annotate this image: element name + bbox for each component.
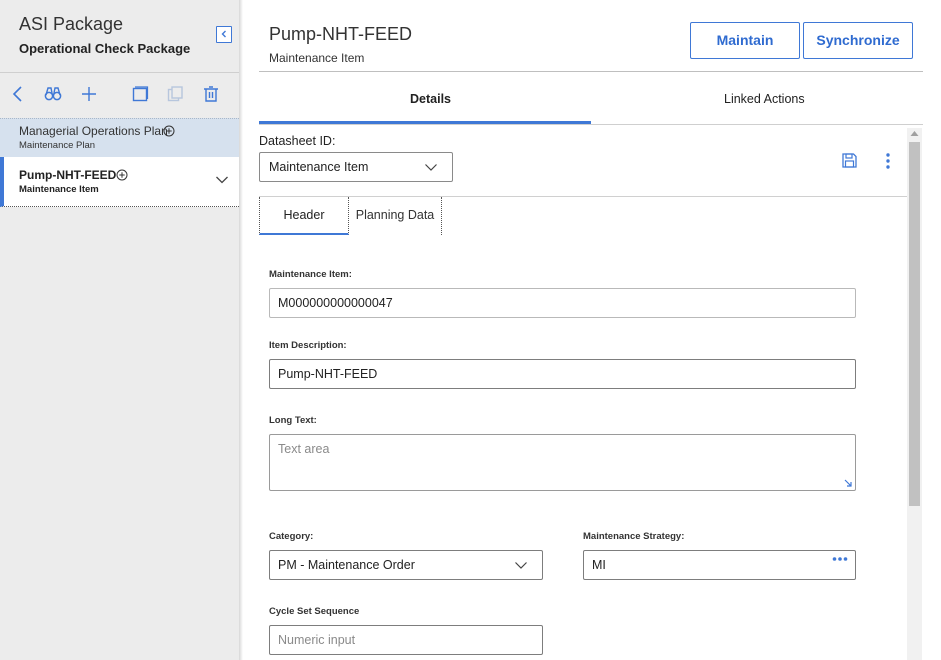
tree-item-name: Managerial Operations Plan: [19, 124, 168, 138]
maintenance-item-label: Maintenance Item:: [269, 269, 352, 280]
record-title: Pump-NHT-FEED: [269, 24, 413, 44]
tab-bar-line: [259, 124, 923, 125]
tab-linked-actions[interactable]: Linked Actions: [724, 92, 805, 106]
package-subtitle: Operational Check Package: [19, 41, 191, 56]
resize-handle-icon[interactable]: [843, 478, 853, 488]
plus-icon[interactable]: [79, 84, 99, 104]
long-text-label: Long Text:: [269, 415, 317, 426]
trash-icon[interactable]: [201, 84, 221, 104]
tree-item-maintenance-plan[interactable]: Managerial Operations Plan Maintenance P…: [0, 118, 239, 157]
subtab-header[interactable]: Header: [259, 197, 349, 235]
long-text-area[interactable]: Text area: [269, 434, 856, 491]
scrollbar-thumb[interactable]: [909, 142, 920, 506]
binoculars-icon[interactable]: [43, 84, 63, 104]
item-description-value: Pump-NHT-FEED: [278, 367, 378, 381]
maintenance-strategy-field[interactable]: MI: [583, 550, 856, 580]
chevron-down-icon: [515, 562, 527, 569]
ellipsis-icon[interactable]: [832, 556, 848, 562]
tree-item-type: Maintenance Plan: [19, 140, 96, 151]
datasheet-select[interactable]: Maintenance Item: [259, 152, 453, 182]
maintenance-strategy-label: Maintenance Strategy:: [583, 531, 685, 542]
chevron-down-icon: [425, 164, 437, 171]
item-description-field[interactable]: Pump-NHT-FEED: [269, 359, 856, 389]
maintenance-item-value: M000000000000047: [278, 296, 393, 310]
item-description-label: Item Description:: [269, 340, 347, 351]
tree-item-name: Pump-NHT-FEED: [19, 168, 117, 182]
vertical-scrollbar[interactable]: [907, 128, 922, 660]
back-arrow-icon[interactable]: [8, 84, 28, 104]
package-title: ASI Package: [19, 14, 124, 34]
cycle-set-sequence-placeholder: Numeric input: [278, 633, 356, 647]
add-circle-icon[interactable]: [116, 169, 128, 181]
kebab-menu-icon[interactable]: [884, 152, 892, 170]
tree-item-type: Maintenance Item: [19, 184, 99, 195]
collapse-panel-icon[interactable]: [216, 26, 232, 43]
category-label: Category:: [269, 531, 314, 542]
tab-details[interactable]: Details: [410, 92, 451, 106]
long-text-placeholder: Text area: [278, 442, 330, 456]
cycle-set-sequence-input[interactable]: Numeric input: [269, 625, 543, 655]
synchronize-button[interactable]: Synchronize: [803, 22, 913, 59]
record-subtitle: Maintenance Item: [269, 51, 365, 65]
category-select[interactable]: PM - Maintenance Order: [269, 550, 543, 580]
paste-icon: [165, 84, 185, 104]
header-divider: [259, 71, 923, 72]
save-icon[interactable]: [841, 152, 858, 169]
left-navigation-panel: ASI Package Operational Check Package Ma…: [0, 0, 239, 660]
datasheet-label: Datasheet ID:: [259, 134, 336, 148]
left-divider: [0, 72, 239, 73]
scroll-up-icon[interactable]: [910, 130, 919, 137]
maintain-button[interactable]: Maintain: [690, 22, 800, 59]
cycle-set-sequence-label: Cycle Set Sequence: [269, 606, 360, 617]
chevron-down-icon[interactable]: [215, 175, 229, 185]
add-circle-icon[interactable]: [163, 125, 175, 137]
maintenance-strategy-value: MI: [592, 558, 606, 572]
tree-item-maintenance-item[interactable]: Pump-NHT-FEED Maintenance Item: [0, 157, 239, 207]
datasheet-selected-value: Maintenance Item: [269, 160, 369, 174]
subtab-planning-data[interactable]: Planning Data: [349, 197, 442, 235]
active-tab-indicator: [259, 121, 591, 124]
copy-icon[interactable]: [130, 84, 150, 104]
panel-shadow: [239, 0, 243, 660]
maintenance-item-field[interactable]: M000000000000047: [269, 288, 856, 318]
category-value: PM - Maintenance Order: [278, 558, 415, 572]
